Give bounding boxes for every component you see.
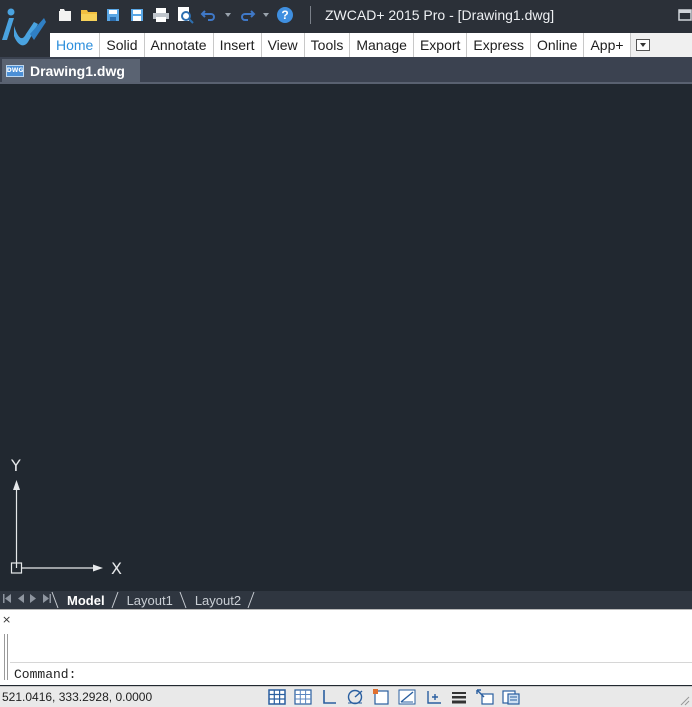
zwcad-logo-icon[interactable]	[0, 0, 50, 57]
ucs-x-label: X	[111, 559, 122, 578]
tab-online[interactable]: Online	[531, 33, 585, 57]
ribbon-tabs: Home Solid Annotate Insert View Tools Ma…	[50, 33, 692, 57]
document-tab[interactable]: DWG Drawing1.dwg	[2, 59, 140, 82]
drawing-canvas[interactable]: Y X	[0, 86, 692, 591]
tab-export[interactable]: Export	[413, 33, 468, 57]
object-snap-icon[interactable]	[370, 688, 392, 707]
tab-app-plus[interactable]: App+	[584, 33, 631, 57]
save-as-icon[interactable]	[126, 4, 148, 26]
dwg-file-icon: DWG	[6, 64, 24, 77]
tab-home[interactable]: Home	[50, 33, 101, 57]
print-preview-icon[interactable]	[174, 4, 196, 26]
layout-tab-layout1[interactable]: Layout1	[119, 591, 179, 609]
quick-properties-icon[interactable]	[500, 688, 522, 707]
polar-tracking-icon[interactable]	[344, 688, 366, 707]
tab-divider	[179, 591, 187, 609]
document-tab-label: Drawing1.dwg	[30, 62, 125, 79]
ucs-icon	[10, 480, 103, 574]
snap-grid-icon[interactable]	[266, 688, 288, 707]
svg-text:?: ?	[281, 8, 288, 22]
dynamic-ucs-icon[interactable]	[422, 688, 444, 707]
new-file-icon[interactable]	[54, 4, 76, 26]
title-bar: ? ZWCAD+ 2015 Pro - [Drawing1.dwg] Home …	[0, 0, 692, 57]
help-icon[interactable]: ?	[274, 4, 296, 26]
open-folder-icon[interactable]	[78, 4, 100, 26]
next-layout-icon[interactable]	[30, 594, 37, 606]
layout-navigation	[0, 594, 51, 606]
lineweight-icon[interactable]	[448, 688, 470, 707]
dynamic-input-icon[interactable]	[474, 688, 496, 707]
redo-dropdown-icon[interactable]	[260, 4, 272, 26]
tab-express[interactable]: Express	[467, 33, 531, 57]
first-layout-icon[interactable]	[3, 594, 11, 606]
redo-icon[interactable]	[236, 4, 258, 26]
window-title: ZWCAD+ 2015 Pro - [Drawing1.dwg]	[325, 7, 555, 23]
tab-divider	[51, 591, 59, 609]
ortho-icon[interactable]	[318, 688, 340, 707]
grid-display-icon[interactable]	[292, 688, 314, 707]
previous-layout-icon[interactable]	[17, 594, 24, 606]
command-window: × Command:	[0, 609, 692, 685]
quick-access-toolbar: ?	[54, 4, 321, 26]
command-input[interactable]	[82, 664, 692, 685]
save-icon[interactable]	[102, 4, 124, 26]
drafting-settings	[266, 688, 522, 707]
command-window-grip[interactable]	[4, 634, 8, 680]
layout-tab-layout2[interactable]: Layout2	[187, 591, 247, 609]
tab-annotate[interactable]: Annotate	[144, 33, 214, 57]
document-tab-bar: DWG Drawing1.dwg	[0, 57, 692, 84]
command-history	[12, 614, 688, 662]
tab-divider	[111, 591, 119, 609]
undo-icon[interactable]	[198, 4, 220, 26]
tab-solid[interactable]: Solid	[100, 33, 145, 57]
object-snap-tracking-icon[interactable]	[396, 688, 418, 707]
print-icon[interactable]	[150, 4, 172, 26]
ribbon-minimize-icon[interactable]	[630, 33, 655, 57]
close-icon[interactable]: ×	[2, 613, 11, 626]
status-bar: 521.0416, 333.2928, 0.0000	[0, 686, 692, 707]
tab-divider	[247, 591, 255, 609]
resize-grip-icon[interactable]	[680, 696, 690, 706]
ucs-y-label: Y	[11, 456, 21, 475]
toolbar-separator	[310, 6, 311, 24]
layout-tab-model[interactable]: Model	[59, 591, 111, 609]
command-prompt: Command:	[14, 667, 77, 682]
command-line: Command:	[10, 662, 692, 686]
layout-tab-bar: Model Layout1 Layout2	[0, 591, 692, 609]
window-restore-icon[interactable]	[678, 8, 692, 21]
undo-dropdown-icon[interactable]	[222, 4, 234, 26]
tab-insert[interactable]: Insert	[213, 33, 262, 57]
tab-view[interactable]: View	[261, 33, 305, 57]
cursor-coordinates: 521.0416, 333.2928, 0.0000	[2, 690, 153, 704]
tab-tools[interactable]: Tools	[304, 33, 351, 57]
tab-manage[interactable]: Manage	[350, 33, 414, 57]
last-layout-icon[interactable]	[43, 594, 51, 606]
